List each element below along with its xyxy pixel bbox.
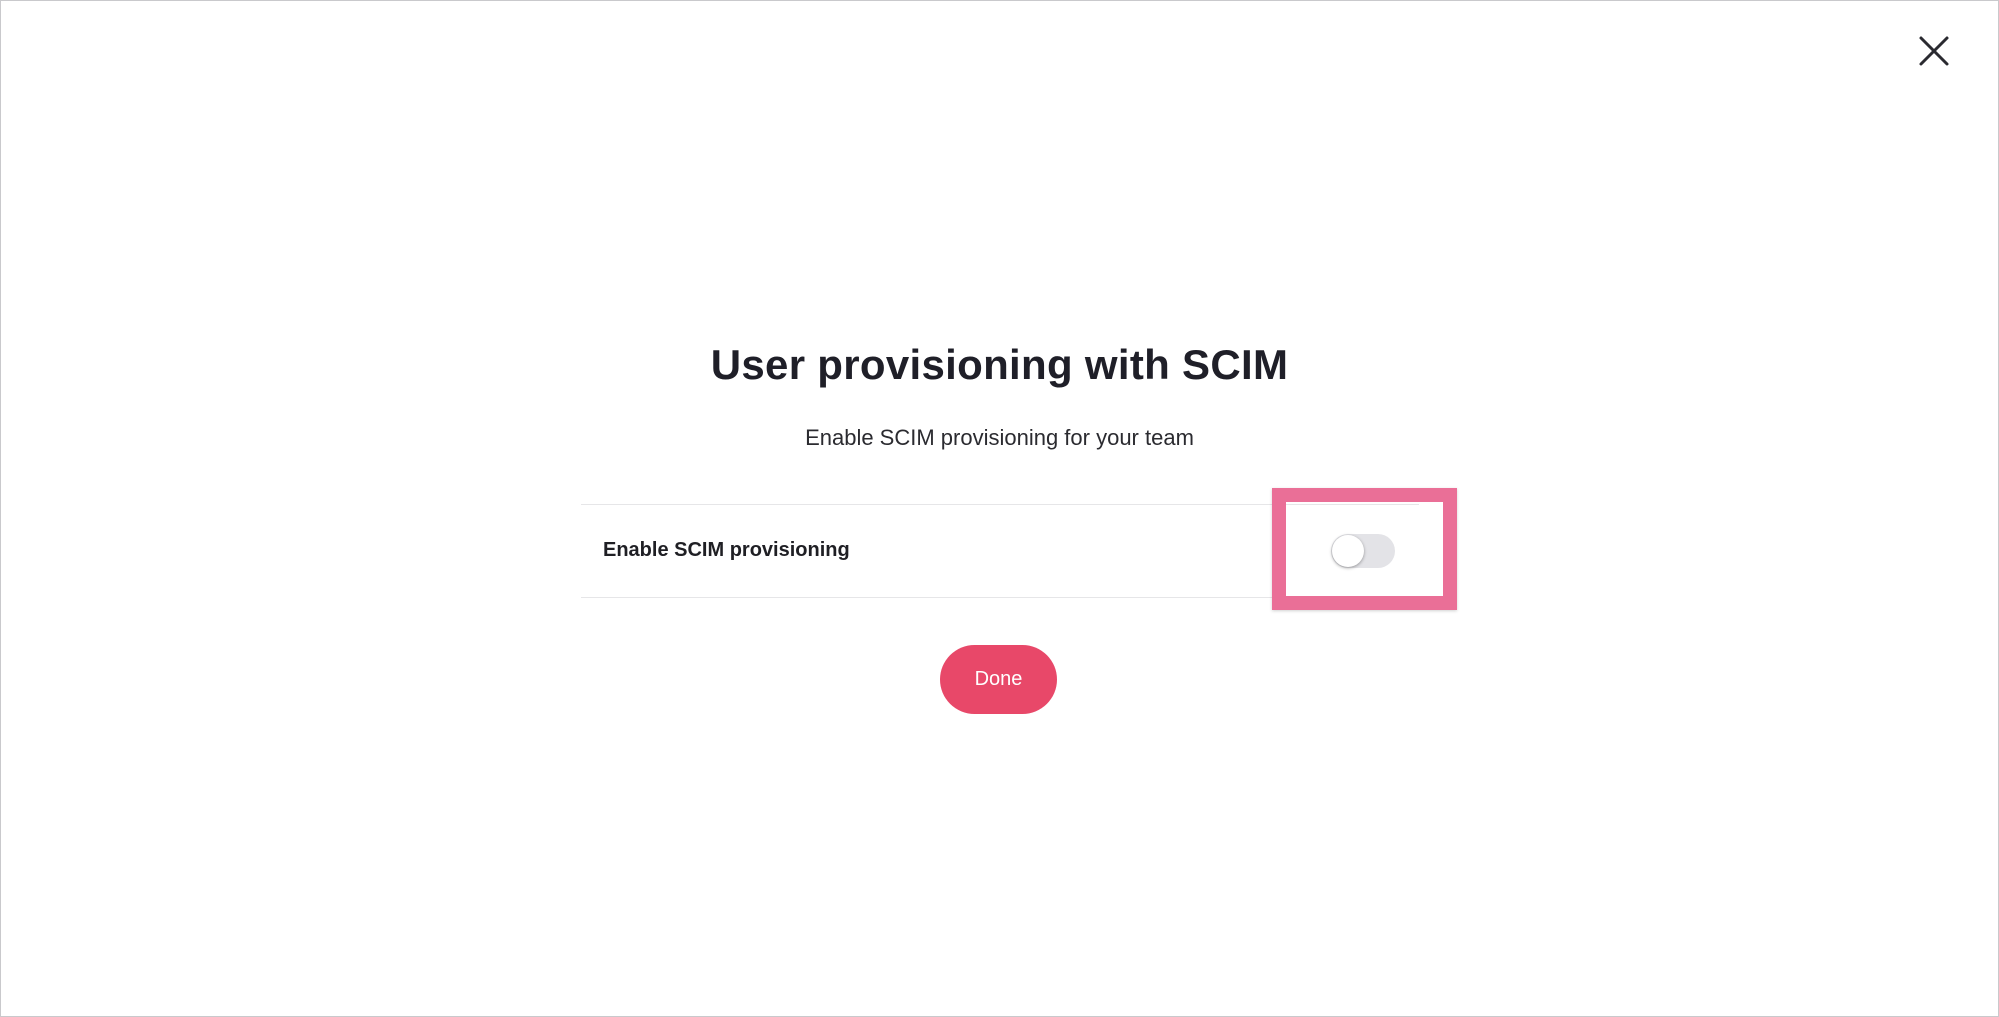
modal-window: User provisioning with SCIM Enable SCIM … — [0, 0, 1999, 1017]
page-subtitle: Enable SCIM provisioning for your team — [805, 425, 1194, 450]
scim-toggle[interactable] — [1331, 534, 1395, 568]
page-title: User provisioning with SCIM — [710, 341, 1289, 388]
done-button[interactable]: Done — [940, 645, 1057, 714]
scim-setting-row: Enable SCIM provisioning — [581, 504, 1419, 598]
toggle-knob — [1332, 535, 1364, 567]
close-icon — [1919, 36, 1949, 66]
scim-setting-label: Enable SCIM provisioning — [603, 539, 850, 561]
close-button[interactable] — [1914, 31, 1954, 71]
